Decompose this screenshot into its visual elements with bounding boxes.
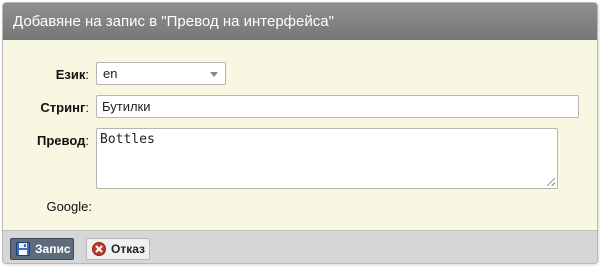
save-button[interactable]: Запис	[10, 238, 74, 260]
floppy-disk-icon	[16, 242, 30, 256]
translation-label: Превод:	[37, 133, 89, 148]
language-select[interactable]: en	[96, 62, 226, 85]
add-record-dialog: Добавяне на запис в "Превод на интерфейс…	[2, 2, 598, 264]
language-value: en	[103, 66, 118, 81]
cancel-button[interactable]: Отказ	[86, 238, 150, 260]
cancel-button-label: Отказ	[111, 242, 146, 256]
resize-grip-icon[interactable]	[547, 178, 555, 186]
chevron-down-icon	[210, 72, 218, 77]
language-label: Език:	[55, 67, 89, 82]
string-label: Стринг:	[40, 100, 89, 115]
cancel-icon	[92, 242, 106, 256]
string-input[interactable]: Бутилки	[96, 95, 579, 118]
google-label: Google:	[46, 199, 92, 214]
dialog-title: Добавяне на запис в "Превод на интерфейс…	[3, 3, 597, 40]
dialog-footer: Запис Отказ	[3, 230, 597, 263]
save-button-label: Запис	[35, 242, 71, 256]
translation-value: Bottles	[100, 132, 155, 147]
dialog-body: Език: en Стринг: Бутилки Превод: Bottles…	[3, 40, 597, 230]
translation-textarea[interactable]: Bottles	[96, 128, 558, 189]
string-value: Бутилки	[102, 99, 151, 114]
